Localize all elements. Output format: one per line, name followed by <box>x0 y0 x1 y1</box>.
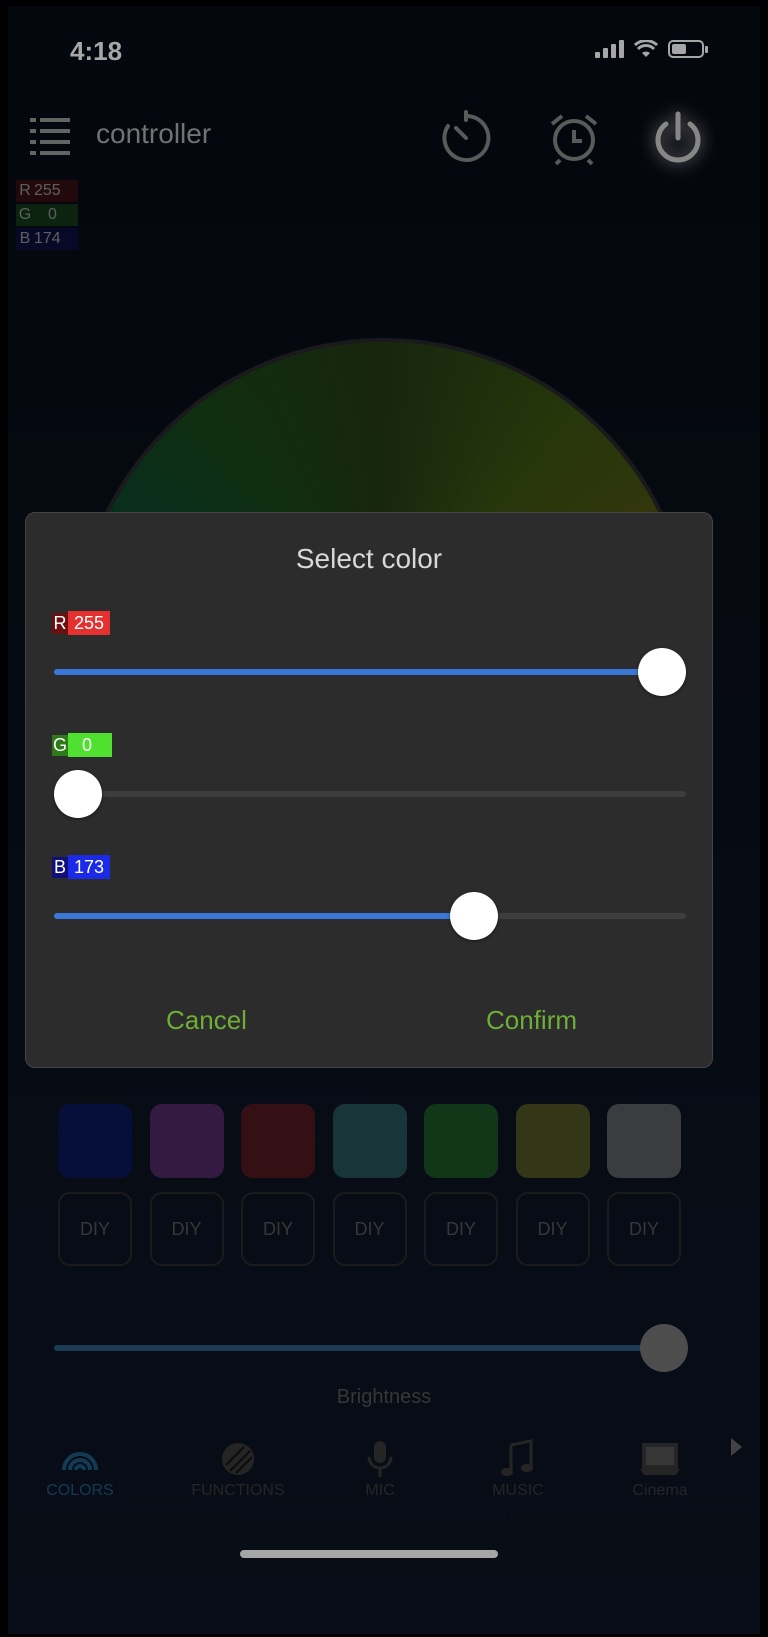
blue-channel-label: B 173 <box>52 855 111 879</box>
red-slider-thumb[interactable] <box>638 648 686 696</box>
green-channel-label: G 0 <box>52 733 113 757</box>
green-slider-thumb[interactable] <box>54 770 102 818</box>
cancel-button[interactable]: Cancel <box>166 1005 247 1036</box>
red-channel-label: R 255 <box>52 611 111 635</box>
dialog-title: Select color <box>295 543 443 574</box>
blue-slider-track[interactable] <box>54 913 686 919</box>
confirm-button[interactable]: Confirm <box>486 1005 577 1036</box>
red-slider-track[interactable] <box>54 669 686 675</box>
blue-slider-thumb[interactable] <box>449 892 498 940</box>
app-screen: 4:18 controller R 255 G0 B 174 DIY DIY D… <box>8 6 760 1634</box>
green-slider-track[interactable] <box>54 791 686 797</box>
select-color-dialog: Select color R 255 G 0 B 173 Cancel Conf… <box>25 512 713 1068</box>
